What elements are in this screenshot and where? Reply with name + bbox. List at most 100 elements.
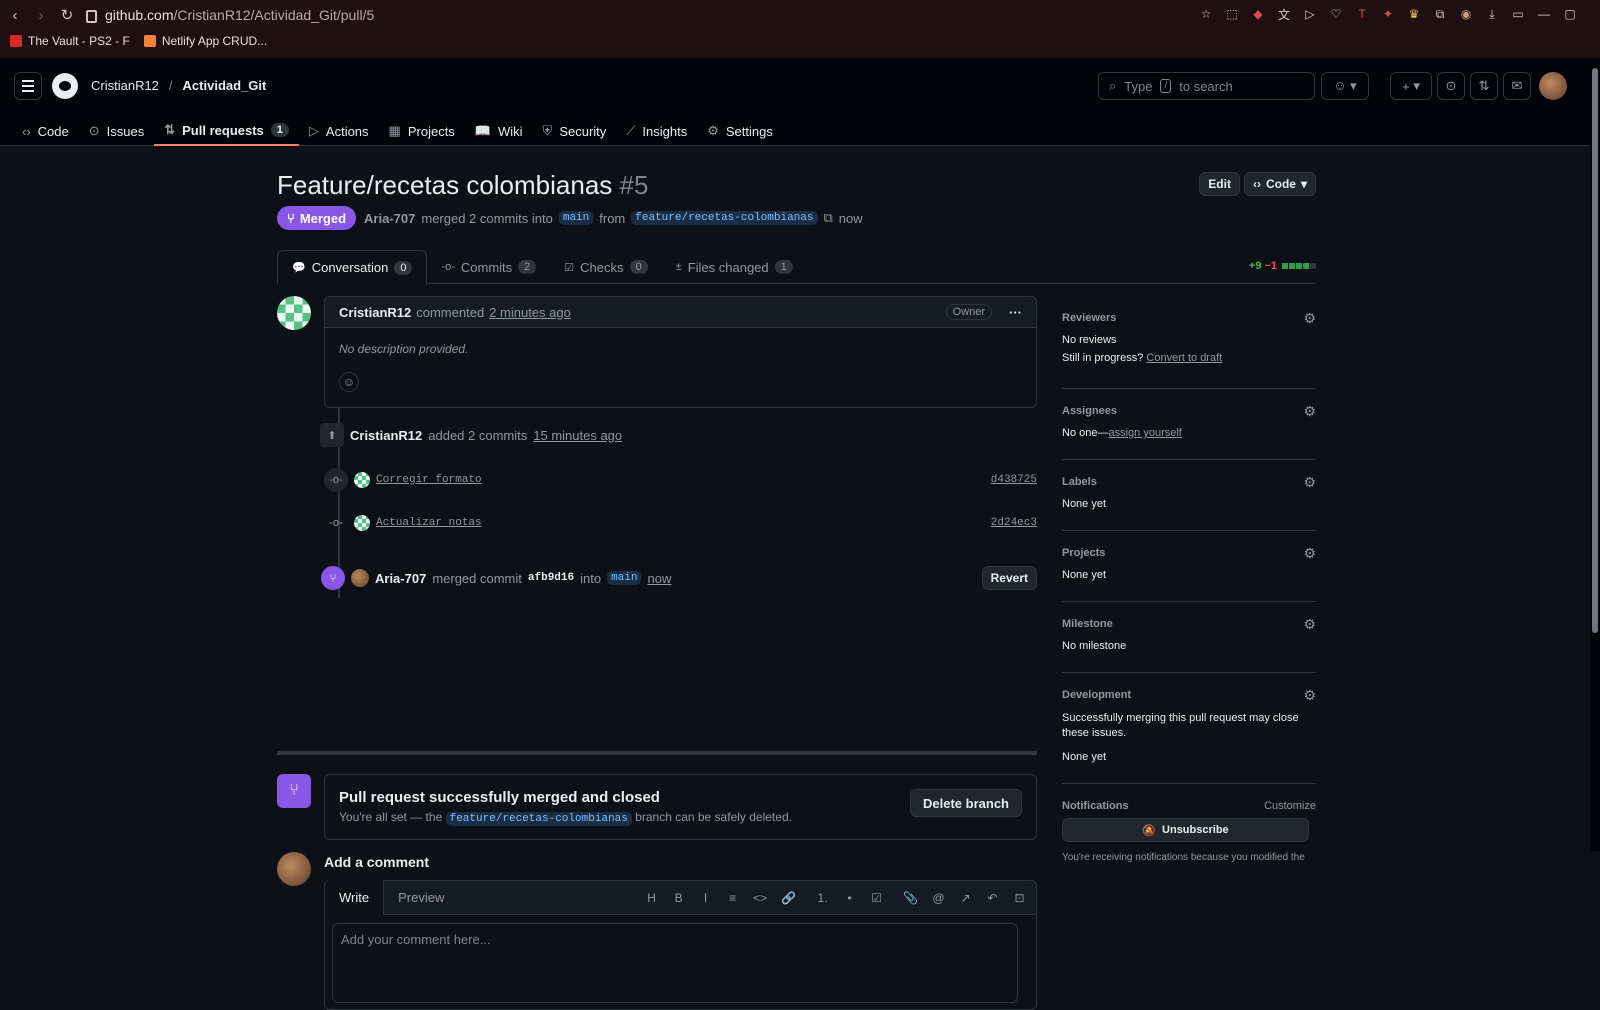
gear-icon[interactable]: ⚙ [1303, 310, 1316, 327]
forward-icon[interactable]: › [30, 4, 52, 26]
copilot-button[interactable]: ☺ ▾ [1321, 72, 1369, 100]
gear-icon[interactable]: ⚙ [1303, 403, 1316, 420]
avatar[interactable] [354, 472, 370, 488]
commit-sha[interactable]: 2d24ec3 [991, 517, 1037, 529]
tab-preview[interactable]: Preview [384, 881, 458, 915]
tab-settings[interactable]: ⚙ Settings [697, 116, 783, 146]
link-icon[interactable]: 🔗 [781, 891, 796, 905]
pocket-icon[interactable]: ◆ [1250, 6, 1266, 22]
window-icon[interactable]: ▭ [1510, 6, 1526, 22]
bookmark-item[interactable]: Netlify App CRUD... [143, 34, 267, 48]
edit-button[interactable]: Edit [1199, 172, 1240, 196]
tab-files-changed[interactable]: ± Files changed 1 [662, 250, 807, 284]
maximize-icon[interactable]: ▢ [1562, 6, 1578, 22]
undo-icon[interactable]: ↶ [986, 891, 999, 905]
event-time[interactable]: now [647, 571, 671, 586]
gear-icon[interactable]: ⚙ [1303, 616, 1316, 633]
tab-insights[interactable]: ⟋ Insights [616, 116, 697, 146]
bold-icon[interactable]: B [672, 891, 685, 905]
bookmark-item[interactable]: The Vault - PS2 - F [10, 34, 130, 48]
task-list-icon[interactable]: ☑ [870, 891, 883, 905]
event-time[interactable]: 15 minutes ago [533, 428, 622, 443]
head-branch[interactable]: feature/recetas-colombianas [445, 812, 632, 826]
crown-icon[interactable]: ♛ [1406, 6, 1422, 22]
base-branch[interactable]: main [607, 571, 642, 585]
head-branch[interactable]: feature/recetas-colombianas [631, 211, 818, 225]
kebab-menu-icon[interactable]: ··· [1009, 305, 1022, 320]
tab-projects[interactable]: ▦ Projects [379, 116, 465, 146]
translate-icon[interactable]: 文 [1276, 6, 1292, 22]
tab-issues[interactable]: ⊙ Issues [79, 116, 154, 146]
avatar[interactable] [277, 296, 311, 330]
play-icon[interactable]: ▷ [1302, 6, 1318, 22]
comment-author[interactable]: CristianR12 [339, 305, 411, 320]
create-new-button[interactable]: + ▾ [1390, 72, 1432, 100]
pull-requests-icon[interactable]: ⇅ [1470, 72, 1498, 100]
comment-time[interactable]: 2 minutes ago [489, 305, 571, 320]
unsubscribe-button[interactable]: 🔕 Unsubscribe [1062, 818, 1309, 842]
customize-link[interactable]: Customize [1264, 800, 1316, 812]
screenshot-icon[interactable]: ⬚ [1224, 6, 1240, 22]
tab-security[interactable]: ⛨ Security [533, 116, 617, 146]
github-logo-icon[interactable] [52, 73, 78, 99]
avatar[interactable] [351, 569, 369, 587]
minimize-icon[interactable]: — [1536, 6, 1552, 22]
base-branch[interactable]: main [558, 211, 594, 225]
attach-icon[interactable]: 📎 [903, 891, 918, 905]
assign-yourself-link[interactable]: assign yourself [1108, 427, 1181, 439]
revert-button[interactable]: Revert [981, 566, 1037, 590]
tab-pull-requests[interactable]: ⇅ Pull requests 1 [154, 116, 299, 146]
avatar[interactable] [354, 515, 370, 531]
unordered-list-icon[interactable]: • [843, 891, 856, 905]
mention-icon[interactable]: @ [932, 891, 945, 905]
tab-actions[interactable]: ▷ Actions [299, 116, 379, 146]
puzzle-icon[interactable]: ⧉ [1432, 6, 1448, 22]
back-icon[interactable]: ‹ [4, 4, 26, 26]
event-author[interactable]: Aria-707 [375, 571, 426, 586]
reload-icon[interactable]: ↻ [56, 4, 78, 26]
repo-link[interactable]: Actividad_Git [183, 78, 267, 93]
commit-sha[interactable]: d438725 [991, 474, 1037, 486]
italic-icon[interactable]: I [699, 891, 712, 905]
tp-icon[interactable]: T [1354, 6, 1370, 22]
comment-textarea[interactable] [332, 923, 1018, 1003]
tab-wiki[interactable]: 📖 Wiki [465, 116, 533, 146]
ordered-list-icon[interactable]: 1. [816, 891, 829, 905]
reference-icon[interactable]: ↗ [959, 891, 972, 905]
gear-icon[interactable]: ⚙ [1303, 474, 1316, 491]
commit-message[interactable]: Corregir formato [376, 474, 482, 486]
issues-icon[interactable]: ⊙ [1437, 72, 1465, 100]
scrollbar-thumb[interactable] [1592, 68, 1598, 633]
fullscreen-icon[interactable]: ⊡ [1013, 891, 1026, 905]
tab-commits[interactable]: -o- Commits 2 [427, 250, 550, 284]
tab-conversation[interactable]: 💬 Conversation 0 [277, 250, 428, 285]
tab-write[interactable]: Write [325, 880, 385, 915]
extension-icon[interactable]: ✦ [1380, 6, 1396, 22]
tab-checks[interactable]: ☑ Checks 0 [550, 250, 661, 284]
bookmark-icon[interactable]: ☆ [1198, 6, 1214, 22]
code-button[interactable]: ‹› Code ▾ [1243, 172, 1316, 196]
search-input[interactable]: ⌕ Type / to search [1098, 72, 1315, 100]
gear-icon[interactable]: ⚙ [1303, 545, 1316, 562]
commit-message[interactable]: Actualizar notas [376, 517, 482, 529]
address-bar[interactable]: github.com/CristianR12/Actividad_Git/pul… [86, 7, 374, 23]
gear-icon[interactable]: ⚙ [1303, 687, 1316, 704]
scrollbar[interactable] [1590, 58, 1600, 851]
heart-icon[interactable]: ♡ [1328, 6, 1344, 22]
download-icon[interactable]: ⤓ [1484, 6, 1500, 22]
delete-branch-button[interactable]: Delete branch [910, 789, 1022, 817]
avatar[interactable] [1539, 72, 1567, 100]
owner-link[interactable]: CristianR12 [91, 78, 159, 93]
merger-link[interactable]: Aria-707 [364, 211, 415, 226]
inbox-icon[interactable]: ✉ [1503, 72, 1531, 100]
profile-icon[interactable]: ◉ [1458, 6, 1474, 22]
merge-sha[interactable]: afb9d16 [528, 572, 574, 584]
code-icon[interactable]: <> [753, 891, 767, 905]
menu-button[interactable] [14, 72, 42, 100]
copy-icon[interactable]: ⧉ [824, 210, 833, 226]
convert-to-draft-link[interactable]: Convert to draft [1146, 352, 1222, 364]
heading-icon[interactable]: H [645, 891, 658, 905]
event-author[interactable]: CristianR12 [350, 428, 422, 443]
quote-icon[interactable]: ≡ [726, 891, 739, 905]
tab-code[interactable]: ‹› Code [12, 116, 79, 146]
